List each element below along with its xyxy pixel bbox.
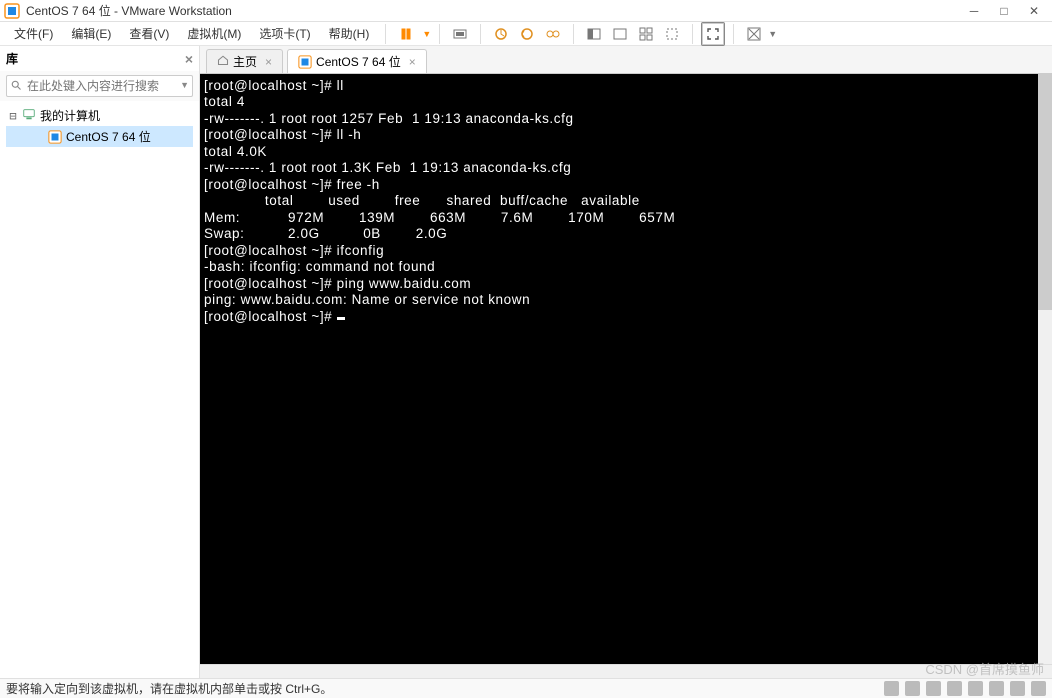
search-icon (10, 79, 22, 94)
stretch-dropdown[interactable]: ▼ (768, 29, 777, 39)
status-device-icons (884, 681, 1046, 696)
minimize-button[interactable]: ─ (968, 5, 980, 17)
menu-view[interactable]: 查看(V) (121, 23, 177, 44)
device-sound-icon[interactable] (968, 681, 983, 696)
tree-root-label: 我的计算机 (40, 107, 100, 124)
separator (439, 24, 440, 44)
vmware-icon (4, 3, 20, 19)
content-area: 主页 × CentOS 7 64 位 × [root@localhost ~]#… (200, 46, 1052, 678)
menu-tabs[interactable]: 选项卡(T) (251, 23, 318, 44)
tree-vm-centos[interactable]: CentOS 7 64 位 (6, 126, 193, 147)
window-title: CentOS 7 64 位 - VMware Workstation (26, 2, 968, 19)
tab-home-close[interactable]: × (265, 55, 272, 69)
send-ctrl-alt-del-button[interactable] (448, 22, 472, 46)
library-search-input[interactable] (6, 75, 193, 97)
computer-icon (22, 107, 36, 124)
library-title: 库 (6, 50, 18, 67)
view-console-button[interactable] (608, 22, 632, 46)
vm-icon (298, 55, 312, 69)
status-bar: 要将输入定向到该虚拟机，请在虚拟机内部单击或按 Ctrl+G。 (0, 678, 1052, 698)
power-dropdown[interactable]: ▼ (420, 29, 431, 39)
tab-vm-label: CentOS 7 64 位 (316, 53, 401, 70)
tree-vm-label: CentOS 7 64 位 (66, 128, 151, 145)
library-close-button[interactable]: × (185, 51, 193, 67)
close-button[interactable]: ✕ (1028, 5, 1040, 17)
home-icon (217, 54, 229, 69)
device-hdd-icon[interactable] (884, 681, 899, 696)
tab-home-label: 主页 (233, 53, 257, 70)
device-cd-icon[interactable] (905, 681, 920, 696)
view-single-button[interactable] (582, 22, 606, 46)
horizontal-scrollbar[interactable] (200, 664, 1052, 678)
menu-file[interactable]: 文件(F) (6, 23, 61, 44)
device-display-icon[interactable] (1010, 681, 1025, 696)
vm-icon (48, 130, 62, 144)
tree-root-my-computer[interactable]: ⊟ 我的计算机 (6, 105, 193, 126)
menu-help[interactable]: 帮助(H) (321, 23, 378, 44)
snapshot-revert-button[interactable] (515, 22, 539, 46)
snapshot-manager-button[interactable] (541, 22, 565, 46)
menu-vm[interactable]: 虚拟机(M) (179, 23, 249, 44)
vertical-scrollbar[interactable] (1038, 74, 1052, 664)
pause-button[interactable] (394, 22, 418, 46)
separator (480, 24, 481, 44)
device-net-icon[interactable] (926, 681, 941, 696)
separator (385, 24, 386, 44)
status-hint: 要将输入定向到该虚拟机，请在虚拟机内部单击或按 Ctrl+G。 (6, 680, 332, 697)
separator (733, 24, 734, 44)
separator (692, 24, 693, 44)
vm-terminal[interactable]: [root@localhost ~]# lltotal 4-rw-------.… (200, 74, 1052, 664)
device-printer-icon[interactable] (989, 681, 1004, 696)
tab-home[interactable]: 主页 × (206, 49, 283, 73)
library-tree: ⊟ 我的计算机 CentOS 7 64 位 (0, 101, 199, 678)
tab-vm[interactable]: CentOS 7 64 位 × (287, 49, 427, 73)
tab-vm-close[interactable]: × (409, 55, 416, 69)
device-message-icon[interactable] (1031, 681, 1046, 696)
window-titlebar: CentOS 7 64 位 - VMware Workstation ─ □ ✕ (0, 0, 1052, 22)
separator (573, 24, 574, 44)
search-dropdown[interactable]: ▼ (180, 80, 189, 90)
maximize-button[interactable]: □ (998, 5, 1010, 17)
library-sidebar: 库 × ▼ ⊟ 我的计算机 CentOS 7 64 位 (0, 46, 200, 678)
device-usb-icon[interactable] (947, 681, 962, 696)
fullscreen-button[interactable] (701, 22, 725, 46)
snapshot-take-button[interactable] (489, 22, 513, 46)
view-thumbnails-button[interactable] (634, 22, 658, 46)
tab-row: 主页 × CentOS 7 64 位 × (200, 46, 1052, 74)
expand-toggle[interactable]: ⊟ (8, 109, 18, 123)
view-unity-button[interactable] (660, 22, 684, 46)
stretch-button[interactable] (742, 22, 766, 46)
menu-edit[interactable]: 编辑(E) (63, 23, 119, 44)
menu-bar: 文件(F) 编辑(E) 查看(V) 虚拟机(M) 选项卡(T) 帮助(H) ▼ … (0, 22, 1052, 46)
